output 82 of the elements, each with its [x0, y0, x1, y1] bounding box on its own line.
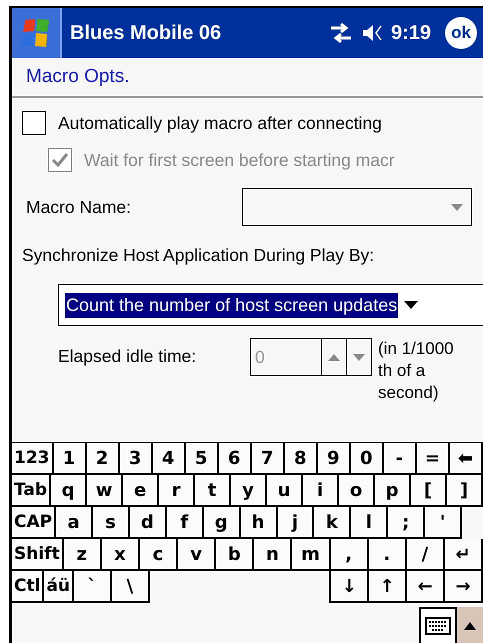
keyboard-key[interactable]: m — [292, 539, 331, 571]
keyboard-key[interactable]: ↵ — [444, 539, 483, 571]
keyboard-key[interactable]: b — [216, 539, 254, 571]
start-button[interactable] — [12, 8, 62, 58]
keyboard-key[interactable]: z — [64, 539, 102, 571]
keyboard-key[interactable]: g — [204, 507, 241, 539]
input-menu-button[interactable] — [457, 607, 483, 643]
keyboard-key[interactable]: 9 — [318, 443, 351, 475]
keyboard-key[interactable]: f — [166, 507, 204, 539]
keyboard-key[interactable]: ` — [74, 571, 112, 603]
keyboard-key[interactable]: 0 — [350, 443, 384, 475]
keyboard-key[interactable]: \ — [112, 571, 150, 603]
keyboard-key[interactable]: c — [140, 539, 178, 571]
idle-time-label: Elapsed idle time: — [58, 346, 198, 367]
speaker-icon[interactable] — [360, 22, 383, 44]
keyboard-key[interactable]: r — [159, 475, 196, 507]
clock-time[interactable]: 9:19 — [390, 22, 431, 44]
keyboard-key[interactable]: n — [254, 539, 292, 571]
keyboard-key[interactable]: i — [303, 475, 340, 507]
keyboard-key[interactable]: → — [445, 571, 483, 603]
modifier-key[interactable]: Shift — [12, 539, 64, 571]
keyboard-icon — [425, 617, 451, 635]
keyboard-key[interactable]: 3 — [120, 443, 153, 475]
keyboard-key[interactable]: ] — [447, 475, 483, 507]
macro-name-dropdown[interactable] — [242, 188, 472, 226]
keyboard-toggle-button[interactable] — [419, 607, 457, 643]
keyboard-key[interactable]: ' — [425, 507, 462, 539]
keyboard-key[interactable]: 5 — [186, 443, 219, 475]
keyboard-key[interactable]: ⬅ — [450, 443, 483, 475]
sync-dropdown[interactable]: Count the number of host screen updates — [58, 284, 483, 326]
checkbox-label: Automatically play macro after connecting — [58, 112, 382, 134]
keyboard-key[interactable]: . — [368, 539, 407, 571]
modifier-key[interactable]: Ctl — [12, 571, 44, 603]
unit-note: (in 1/1000 th of a second) — [378, 338, 455, 404]
keyboard-key[interactable]: 1 — [54, 443, 87, 475]
keyboard-key[interactable]: a — [56, 507, 93, 539]
keyboard-key[interactable]: d — [130, 507, 167, 539]
keyboard-key[interactable]: w — [87, 475, 124, 507]
modifier-key[interactable]: Tab — [12, 475, 52, 507]
modifier-key[interactable]: 123 — [12, 443, 54, 475]
checkbox-label: Wait for first screen before starting macr — [84, 150, 395, 170]
keyboard-key[interactable]: s — [93, 507, 130, 539]
ok-button[interactable]: ok — [445, 17, 477, 49]
page-title: Macro Opts. — [26, 66, 130, 88]
keyboard-key[interactable]: t — [195, 475, 232, 507]
modifier-key[interactable]: CAP — [12, 507, 56, 539]
keyboard-key[interactable]: k — [314, 507, 352, 539]
keyboard-key[interactable]: 6 — [218, 443, 252, 475]
keyboard-key[interactable]: 8 — [284, 443, 318, 475]
keyboard-key[interactable]: 7 — [252, 443, 285, 475]
keyboard-key[interactable]: x — [102, 539, 140, 571]
sync-value: Count the number of host screen updates — [65, 292, 398, 318]
keyboard-key[interactable]: ; — [388, 507, 426, 539]
keyboard-key[interactable]: , — [330, 539, 369, 571]
keyboard-key[interactable]: - — [384, 443, 417, 475]
keyboard-key[interactable]: e — [123, 475, 160, 507]
connectivity-icon[interactable] — [328, 22, 353, 44]
keyboard-key[interactable]: o — [339, 475, 376, 507]
macro-name-label: Macro Name: — [25, 196, 132, 218]
keyboard-key[interactable]: v — [178, 539, 216, 571]
sync-label: Synchronize Host Application During Play By: — [22, 244, 374, 266]
dropdown-arrow-icon — [451, 204, 463, 210]
keyboard-key[interactable]: 4 — [152, 443, 186, 475]
keyboard-key[interactable]: j — [278, 507, 314, 539]
keyboard-key[interactable]: u — [267, 475, 304, 507]
dropdown-arrow-icon — [404, 301, 418, 309]
keyboard-key[interactable]: 2 — [86, 443, 120, 475]
keyboard-key[interactable]: ← — [407, 571, 446, 603]
checkbox[interactable] — [22, 111, 46, 135]
keyboard-key[interactable]: = — [416, 443, 450, 475]
keyboard-key[interactable]: y — [231, 475, 268, 507]
keyboard-key[interactable]: h — [240, 507, 278, 539]
keyboard-key[interactable]: ↓ — [331, 571, 370, 603]
keyboard-key[interactable]: p — [375, 475, 412, 507]
keyboard-key[interactable]: q — [51, 475, 88, 507]
keyboard-key[interactable]: ↑ — [369, 571, 408, 603]
caret-up-icon — [464, 622, 476, 630]
keyboard-key[interactable]: l — [351, 507, 388, 539]
modifier-key[interactable]: áü — [44, 571, 74, 603]
keyboard-key[interactable]: [ — [411, 475, 448, 507]
keyboard-key[interactable]: / — [406, 539, 445, 571]
window-title: Blues Mobile 06 — [70, 22, 222, 44]
